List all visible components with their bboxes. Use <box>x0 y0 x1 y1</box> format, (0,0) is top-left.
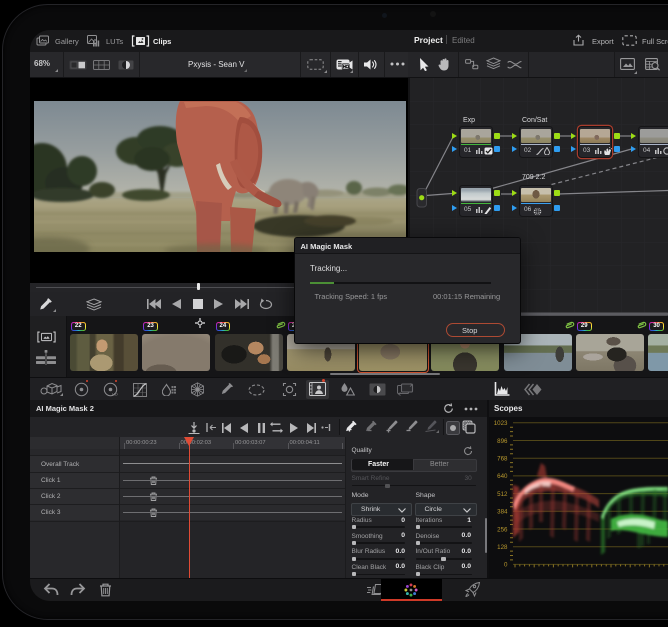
svg-text:128: 128 <box>497 544 508 551</box>
svg-text:512: 512 <box>497 491 508 498</box>
svg-text:768: 768 <box>497 456 508 463</box>
svg-text:896: 896 <box>497 438 508 445</box>
svg-text:0: 0 <box>504 562 508 569</box>
svg-text:640: 640 <box>497 473 508 480</box>
svg-text:384: 384 <box>497 509 508 516</box>
svg-text:HDR: HDR <box>112 392 118 397</box>
svg-text:1023: 1023 <box>494 420 508 427</box>
svg-text:256: 256 <box>497 526 508 533</box>
